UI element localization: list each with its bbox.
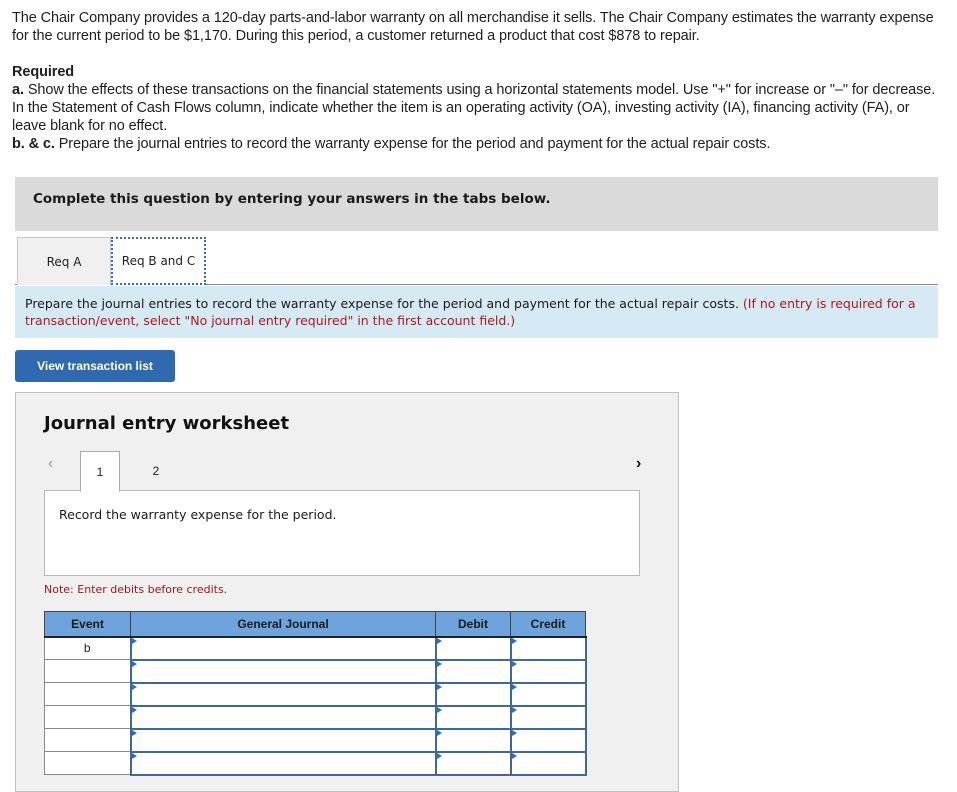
requirement-bc: b. & c. Prepare the journal entries to r… <box>12 136 771 152</box>
dropdown-flag-icon <box>436 637 442 644</box>
view-transaction-list-button[interactable]: View transaction list <box>15 350 175 382</box>
page-tab-1[interactable]: 1 <box>80 451 120 492</box>
table-row <box>44 750 587 776</box>
chevron-right-icon[interactable]: › <box>636 455 641 473</box>
event-cell <box>44 659 131 683</box>
dropdown-flag-icon <box>131 706 137 713</box>
table-row: b <box>44 635 587 661</box>
column-header-debit: Debit <box>435 611 511 638</box>
event-cell <box>44 705 131 729</box>
problem-intro-text: The Chair Company provides a 120-day par… <box>12 10 934 44</box>
credit-input[interactable] <box>509 750 587 776</box>
column-header-credit: Credit <box>510 611 586 638</box>
dropdown-flag-icon <box>131 637 137 644</box>
requirements: Required a. Show the effects of these tr… <box>12 63 942 153</box>
dropdown-flag-icon <box>511 706 517 713</box>
dropdown-flag-icon <box>511 683 517 690</box>
debit-input[interactable] <box>434 727 512 753</box>
debit-credit-note: Note: Enter debits before credits. <box>44 583 228 596</box>
dropdown-flag-icon <box>511 660 517 667</box>
debit-input[interactable] <box>434 704 512 730</box>
page-tab-2[interactable]: 2 <box>136 451 176 491</box>
banner-text: Complete this question by entering your … <box>33 191 551 207</box>
journal-entry-worksheet: Journal entry worksheet ‹ 1 2 › Record t… <box>15 392 679 792</box>
table-row <box>44 704 587 730</box>
required-heading: Required <box>12 64 75 80</box>
instructions-main: Prepare the journal entries to record th… <box>25 296 743 311</box>
requirement-a: a. Show the effects of these transaction… <box>12 82 936 134</box>
worksheet-title: Journal entry worksheet <box>44 413 290 434</box>
chevron-left-icon[interactable]: ‹ <box>48 455 53 473</box>
event-cell: b <box>44 636 131 660</box>
dropdown-flag-icon <box>511 729 517 736</box>
table-row <box>44 681 587 707</box>
dropdown-flag-icon <box>131 683 137 690</box>
account-input[interactable] <box>129 681 437 707</box>
dropdown-flag-icon <box>436 660 442 667</box>
dropdown-flag-icon <box>131 660 137 667</box>
dropdown-flag-icon <box>436 683 442 690</box>
dropdown-flag-icon <box>436 706 442 713</box>
event-cell <box>44 728 131 752</box>
debit-input[interactable] <box>434 681 512 707</box>
table-row <box>44 727 587 753</box>
journal-table-header: Event General Journal Debit Credit <box>44 611 586 638</box>
credit-input[interactable] <box>509 704 587 730</box>
credit-input[interactable] <box>509 727 587 753</box>
tab-req-b-and-c[interactable]: Req B and C <box>111 237 206 285</box>
dropdown-flag-icon <box>131 752 137 759</box>
dropdown-flag-icon <box>131 729 137 736</box>
dropdown-flag-icon <box>436 752 442 759</box>
account-input[interactable] <box>129 750 437 776</box>
journal-table: Event General Journal Debit Credit b <box>44 611 587 776</box>
transaction-description: Record the warranty expense for the peri… <box>44 490 640 576</box>
account-input[interactable] <box>129 658 437 684</box>
instructions-banner: Complete this question by entering your … <box>15 177 938 231</box>
transaction-description-text: Record the warranty expense for the peri… <box>59 507 337 522</box>
account-input[interactable] <box>129 727 437 753</box>
dropdown-flag-icon <box>511 752 517 759</box>
table-row <box>44 658 587 684</box>
tab-instructions: Prepare the journal entries to record th… <box>15 286 938 338</box>
debit-input[interactable] <box>434 658 512 684</box>
dropdown-flag-icon <box>436 729 442 736</box>
column-header-general-journal: General Journal <box>130 611 436 638</box>
requirement-tabs: Req A Req B and C <box>15 237 938 285</box>
problem-intro: The Chair Company provides a 120-day par… <box>12 9 942 45</box>
event-cell <box>44 682 131 706</box>
account-input[interactable] <box>129 635 437 661</box>
debit-input[interactable] <box>434 750 512 776</box>
credit-input[interactable] <box>509 635 587 661</box>
column-header-event: Event <box>44 611 131 638</box>
credit-input[interactable] <box>509 681 587 707</box>
event-cell <box>44 751 131 775</box>
dropdown-flag-icon <box>511 637 517 644</box>
debit-input[interactable] <box>434 635 512 661</box>
credit-input[interactable] <box>509 658 587 684</box>
account-input[interactable] <box>129 704 437 730</box>
tab-req-a[interactable]: Req A <box>17 237 111 285</box>
